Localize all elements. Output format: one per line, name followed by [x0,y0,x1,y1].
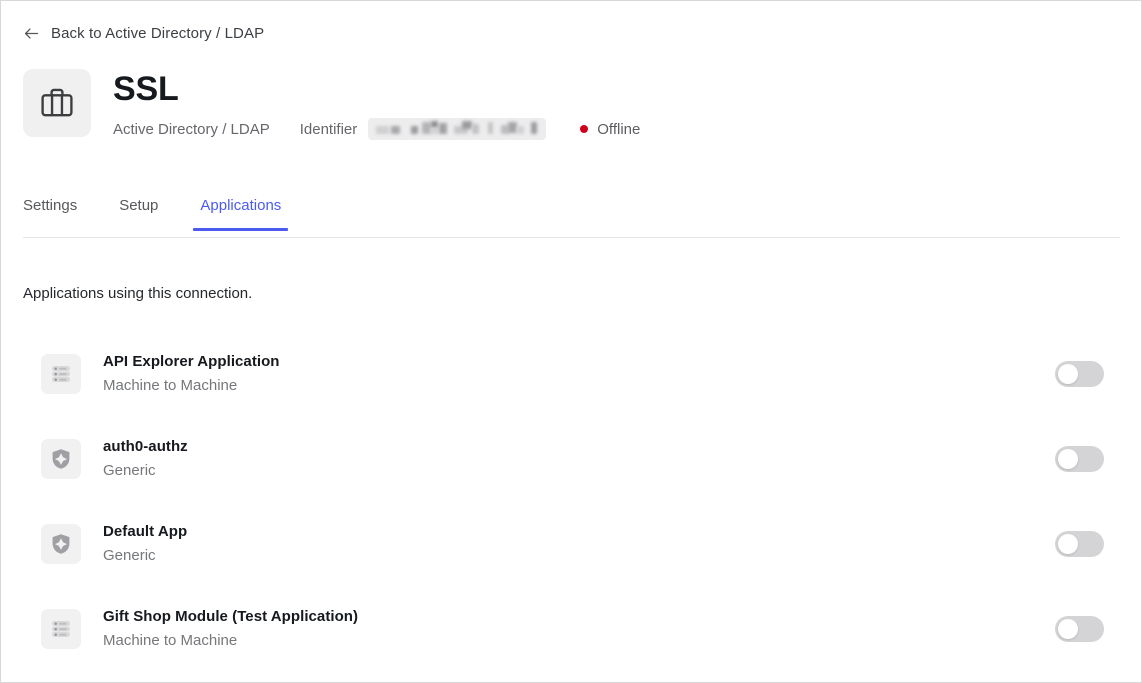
tab-applications-label: Applications [200,197,281,214]
list-item-text: API Explorer Application Machine to Mach… [103,352,1055,396]
list-item[interactable]: API Explorer Application Machine to Mach… [1,331,1141,416]
identifier-label: Identifier [300,121,358,138]
toggle-knob [1058,619,1078,639]
toggle-knob [1058,534,1078,554]
tab-settings-label: Settings [23,197,77,214]
application-enable-toggle[interactable] [1055,531,1104,557]
back-link[interactable]: Back to Active Directory / LDAP [23,25,264,42]
application-type: Machine to Machine [103,631,1055,651]
tab-setup-label: Setup [119,197,158,214]
arrow-left-icon [23,25,40,42]
page-title: SSL [113,69,640,109]
application-name: Default App [103,522,1055,542]
status-badge: Offline [580,121,640,138]
back-link-label: Back to Active Directory / LDAP [51,25,264,42]
status-dot-icon [580,125,588,133]
status-label: Offline [597,121,640,138]
applications-list: API Explorer Application Machine to Mach… [1,331,1141,671]
list-item[interactable]: Gift Shop Module (Test Application) Mach… [1,586,1141,671]
shield-icon [41,524,81,564]
tab-applications[interactable]: Applications [200,193,281,231]
application-name: Gift Shop Module (Test Application) [103,607,1055,627]
connection-type: Active Directory / LDAP [113,121,270,138]
list-item-text: Gift Shop Module (Test Application) Mach… [103,607,1055,651]
briefcase-icon [23,69,91,137]
toggle-knob [1058,364,1078,384]
server-stack-icon [41,354,81,394]
application-type: Generic [103,461,1055,481]
application-name: API Explorer Application [103,352,1055,372]
header-meta: Active Directory / LDAP Identifier [113,118,640,140]
tab-settings[interactable]: Settings [23,193,77,231]
page-header: SSL Active Directory / LDAP Identifier [23,69,640,140]
application-type: Machine to Machine [103,376,1055,396]
application-enable-toggle[interactable] [1055,446,1104,472]
application-name: auth0-authz [103,437,1055,457]
connection-detail-page: Back to Active Directory / LDAP SSL Acti… [0,0,1142,683]
list-item-text: Default App Generic [103,522,1055,566]
list-item-text: auth0-authz Generic [103,437,1055,481]
server-stack-icon [41,609,81,649]
shield-icon [41,439,81,479]
list-item[interactable]: auth0-authz Generic [1,416,1141,501]
list-item[interactable]: Default App Generic [1,501,1141,586]
application-enable-toggle[interactable] [1055,616,1104,642]
identifier-value-redacted [368,118,546,140]
tab-setup[interactable]: Setup [119,193,158,231]
application-type: Generic [103,546,1055,566]
tab-bar: Settings Setup Applications [23,193,1120,238]
application-enable-toggle[interactable] [1055,361,1104,387]
section-description: Applications using this connection. [23,285,252,302]
toggle-knob [1058,449,1078,469]
